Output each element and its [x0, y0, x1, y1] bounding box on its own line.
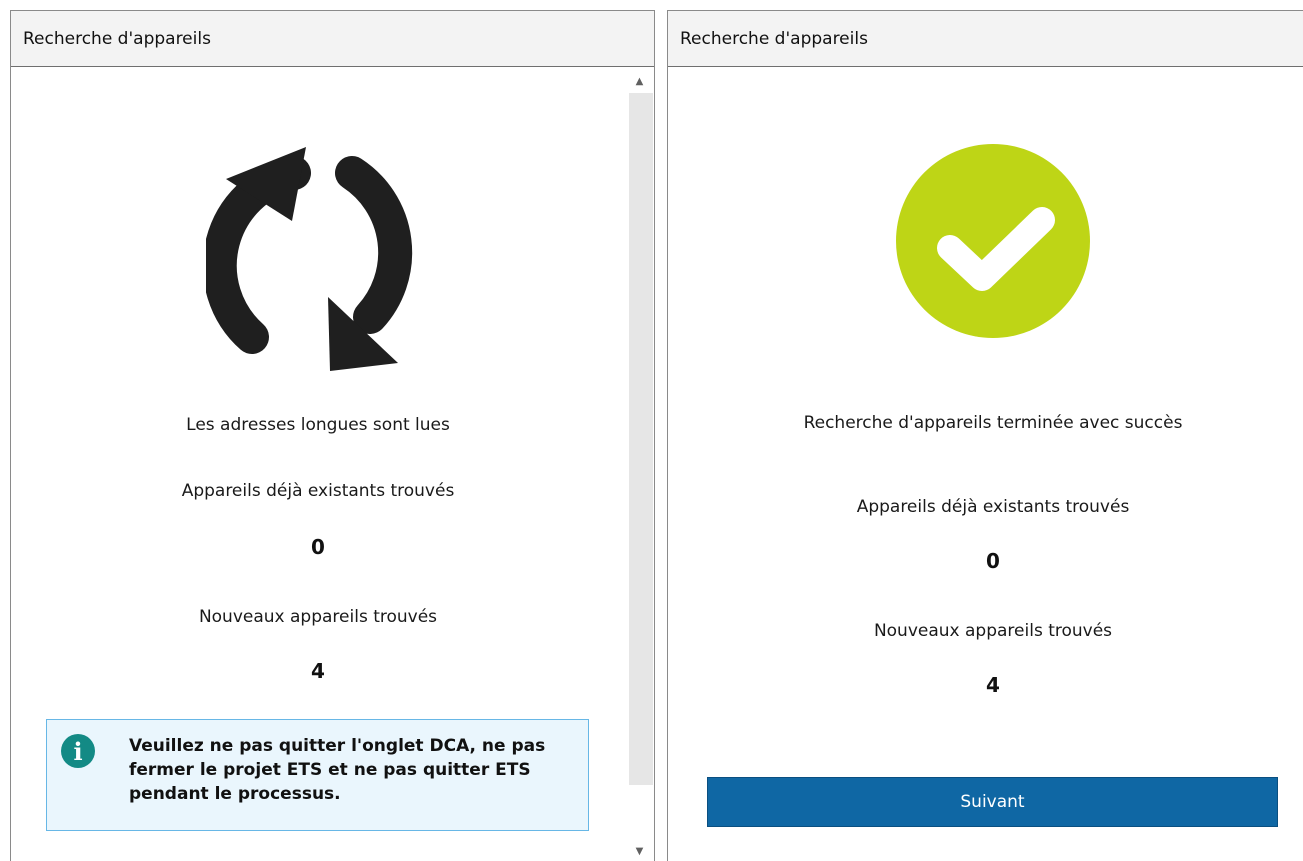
existing-devices-label: Appareils déjà existants trouvés: [856, 497, 1130, 517]
status-text: Les adresses longues sont lues: [186, 415, 450, 435]
scrollbar-thumb[interactable]: [629, 93, 653, 785]
info-icon: i: [61, 734, 95, 768]
panel-header: Recherche d'appareils: [668, 11, 1303, 67]
panel-body: Recherche d'appareils terminée avec succ…: [668, 67, 1303, 861]
next-button[interactable]: Suivant: [707, 777, 1278, 827]
new-devices-count: 4: [311, 659, 325, 683]
panel-body: Les adresses longues sont lues Appareils…: [11, 67, 654, 861]
device-search-panel-complete: Recherche d'appareils Recherche d'appare…: [667, 10, 1303, 861]
status-text: Recherche d'appareils terminée avec succ…: [803, 413, 1183, 433]
vertical-scrollbar[interactable]: ▲ ▼: [625, 67, 654, 861]
scroll-down-arrow-icon[interactable]: ▼: [625, 841, 654, 861]
device-search-panel-progress: Recherche d'appareils Les adresses longu…: [10, 10, 655, 861]
existing-devices-count: 0: [986, 549, 1000, 573]
refresh-icon: [206, 137, 436, 373]
success-check-icon: [896, 144, 1090, 338]
existing-devices-label: Appareils déjà existants trouvés: [181, 481, 455, 501]
panel-title: Recherche d'appareils: [23, 28, 211, 49]
info-notice: i Veuillez ne pas quitter l'onglet DCA, …: [46, 719, 589, 831]
scroll-content: Les adresses longues sont lues Appareils…: [11, 67, 625, 861]
panel-header: Recherche d'appareils: [11, 11, 654, 67]
new-devices-count: 4: [986, 673, 1000, 697]
scroll-up-arrow-icon[interactable]: ▲: [625, 71, 654, 91]
panel-title: Recherche d'appareils: [680, 28, 868, 49]
new-devices-label: Nouveaux appareils trouvés: [198, 607, 438, 627]
existing-devices-count: 0: [311, 535, 325, 559]
info-message: Veuillez ne pas quitter l'onglet DCA, ne…: [129, 736, 546, 804]
new-devices-label: Nouveaux appareils trouvés: [873, 621, 1113, 641]
